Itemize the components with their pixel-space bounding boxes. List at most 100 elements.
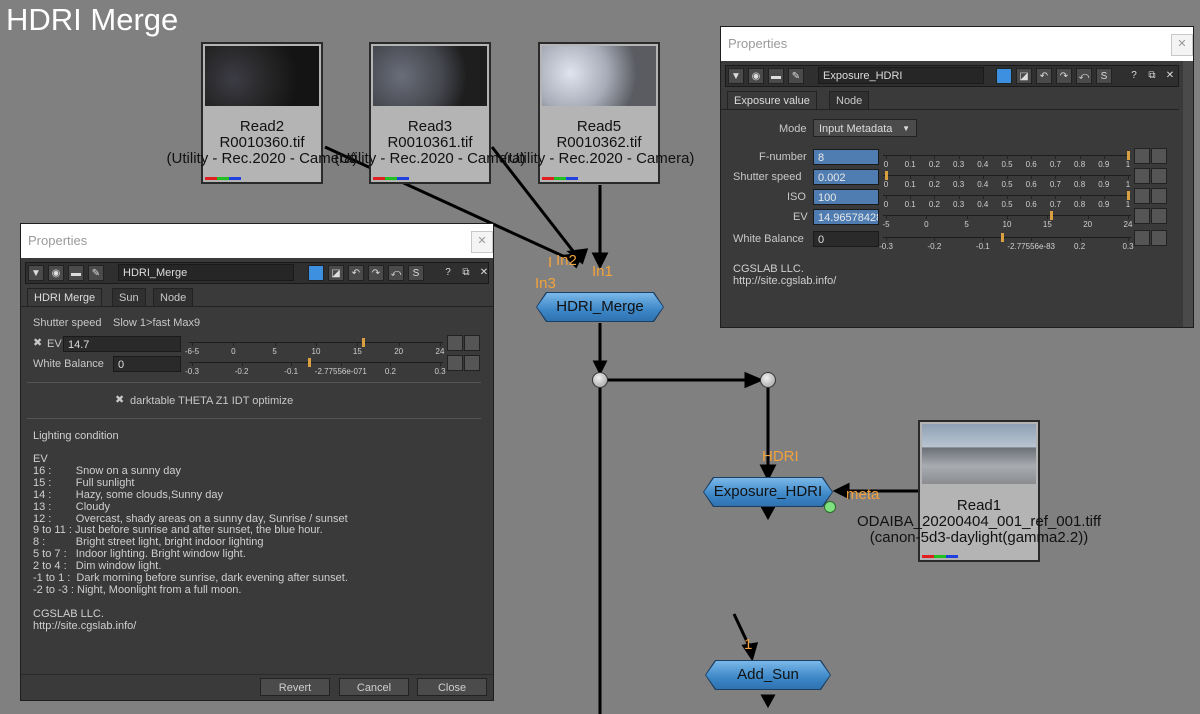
mode-label: Mode xyxy=(779,123,807,135)
node-color-icon[interactable] xyxy=(996,68,1012,84)
center-node-icon[interactable]: ▬ xyxy=(768,68,784,84)
mask-input-dot[interactable] xyxy=(824,501,836,513)
script-icon[interactable]: S xyxy=(408,265,424,281)
float-icon[interactable]: ⧉ xyxy=(458,265,474,281)
collapse-icon[interactable]: ▼ xyxy=(28,265,44,281)
tab-hdri-merge[interactable]: HDRI Merge xyxy=(27,288,103,306)
white-balance-slider[interactable]: -0.3 -0.2 -0.1 -2.77556e-83 0.2 0.3 xyxy=(879,233,1134,254)
wb-curve-icon[interactable] xyxy=(1151,230,1167,246)
iso-animation-button[interactable] xyxy=(1134,188,1150,204)
input-label-hdri: HDRI xyxy=(762,448,799,465)
cancel-button[interactable]: Cancel xyxy=(339,678,409,696)
center-node-icon[interactable]: ▬ xyxy=(68,265,84,281)
viewer-icon[interactable]: ◉ xyxy=(48,265,64,281)
dot-node-2[interactable] xyxy=(760,372,776,388)
help-icon[interactable]: ? xyxy=(440,265,456,281)
shutter-curve-icon[interactable] xyxy=(1151,168,1167,184)
iso-curve-icon[interactable] xyxy=(1151,188,1167,204)
iso-slider[interactable]: 0 0.1 0.2 0.3 0.4 0.5 0.6 0.7 0.8 0.9 1 xyxy=(883,191,1131,212)
f-number-input[interactable]: 8 xyxy=(813,149,879,165)
slider-tick xyxy=(1007,195,1008,199)
slider-tick-label: -0.1 xyxy=(284,367,299,376)
tab-node[interactable]: Node xyxy=(829,91,870,109)
slider-handle[interactable] xyxy=(1127,191,1130,200)
hide-color-icon[interactable]: ◪ xyxy=(328,265,344,281)
wrench-icon[interactable]: ✎ xyxy=(788,68,804,84)
exposure-hdri-node[interactable]: Exposure_HDRI xyxy=(704,478,832,506)
slider-handle[interactable] xyxy=(885,171,888,180)
hide-color-icon[interactable]: ◪ xyxy=(1016,68,1032,84)
revert-icon[interactable]: ⤺ xyxy=(388,265,404,281)
ev-checkbox-icon[interactable]: ✖ xyxy=(33,336,42,349)
slider-tick xyxy=(910,195,912,199)
idt-checkbox-icon[interactable]: ✖ xyxy=(115,393,124,406)
slider-handle[interactable] xyxy=(307,358,311,367)
mode-dropdown[interactable]: Input Metadata ▼ xyxy=(813,119,917,137)
wb-animation-button[interactable] xyxy=(447,355,463,371)
dot-node-1[interactable] xyxy=(592,372,608,388)
read5-colorspace: (Utility - Rec.2020 - Camera) xyxy=(503,150,695,167)
wb-curve-icon[interactable] xyxy=(464,355,480,371)
add-sun-node[interactable]: Add_Sun xyxy=(706,661,830,689)
ev-slider[interactable]: -6-5 0 5 10 15 20 24 xyxy=(185,338,444,359)
wrench-icon[interactable]: ✎ xyxy=(88,265,104,281)
close-panel-icon[interactable]: ✕ xyxy=(1162,68,1178,84)
slider-tick-label: 20 xyxy=(394,347,404,356)
slider-handle[interactable] xyxy=(362,338,366,347)
ev-animation-button[interactable] xyxy=(447,335,463,351)
tab-exposure-value[interactable]: Exposure value xyxy=(727,91,817,109)
tab-node[interactable]: Node xyxy=(153,288,194,306)
shutter-animation-button[interactable] xyxy=(1134,168,1150,184)
script-icon[interactable]: S xyxy=(1096,68,1112,84)
fnumber-animation-button[interactable] xyxy=(1134,148,1150,164)
ev-curve-icon[interactable] xyxy=(464,335,480,351)
revert-icon[interactable]: ⤺ xyxy=(1076,68,1092,84)
viewer-icon[interactable]: ◉ xyxy=(748,68,764,84)
ev-curve-icon[interactable] xyxy=(1151,208,1167,224)
close-button[interactable]: Close xyxy=(417,678,487,696)
company-url[interactable]: http://site.cgslab.info/ xyxy=(733,275,836,287)
close-icon[interactable]: ✕ xyxy=(1171,34,1193,56)
ev-input[interactable]: 14.7 xyxy=(63,336,181,352)
collapse-icon[interactable]: ▼ xyxy=(728,68,744,84)
read-node-read5[interactable]: Read5 R0010362.tif (Utility - Rec.2020 -… xyxy=(504,42,694,184)
revert-button[interactable]: Revert xyxy=(260,678,330,696)
slider-tick xyxy=(1103,175,1105,179)
fnumber-curve-icon[interactable] xyxy=(1151,148,1167,164)
white-balance-slider[interactable]: -0.3 -0.2 -0.1 -2.77556e-071 0.2 0.3 xyxy=(185,358,446,379)
redo-icon[interactable]: ↷ xyxy=(368,265,384,281)
f-number-slider[interactable]: 0 0.1 0.2 0.3 0.4 0.5 0.6 0.7 0.8 0.9 1 xyxy=(883,151,1131,172)
float-icon[interactable]: ⧉ xyxy=(1144,68,1160,84)
hdri-merge-node[interactable]: HDRI_Merge xyxy=(537,293,663,321)
read-node-read1[interactable]: Read1 ODAIBA_20200404_001_ref_001.tiff (… xyxy=(857,420,1101,562)
iso-input[interactable]: 100 xyxy=(813,189,879,205)
ev-input[interactable]: 14.96578428 xyxy=(813,209,879,225)
slider-handle[interactable] xyxy=(1127,151,1130,160)
wb-animation-button[interactable] xyxy=(1134,230,1150,246)
ev-slider[interactable]: -5 0 5 10 15 20 24 xyxy=(882,211,1132,232)
redo-icon[interactable]: ↷ xyxy=(1056,68,1072,84)
slider-tick-label: -0.1 xyxy=(975,242,990,251)
slider-handle[interactable] xyxy=(1049,211,1053,220)
panel-scrollbar[interactable] xyxy=(1183,61,1193,327)
ev-label: EV xyxy=(47,338,62,350)
shutter-speed-input[interactable]: 0.002 xyxy=(813,169,879,185)
white-balance-input[interactable]: 0 xyxy=(113,356,181,372)
lighting-line: 14 : Hazy, some clouds,Sunny day xyxy=(33,488,223,501)
node-name-field[interactable]: Exposure_HDRI xyxy=(818,67,984,84)
close-panel-icon[interactable]: ✕ xyxy=(476,265,492,281)
shutter-speed-slider[interactable]: 0 0.1 0.2 0.3 0.4 0.5 0.6 0.7 0.8 0.9 1 xyxy=(883,171,1131,192)
undo-icon[interactable]: ↶ xyxy=(1036,68,1052,84)
white-balance-input[interactable]: 0 xyxy=(813,231,879,247)
close-icon[interactable]: ✕ xyxy=(471,231,493,253)
node-color-icon[interactable] xyxy=(308,265,324,281)
slider-handle[interactable] xyxy=(1001,233,1005,242)
read1-colorspace: (canon-5d3-daylight(gamma2.2)) xyxy=(869,529,1089,546)
ev-animation-button[interactable] xyxy=(1134,208,1150,224)
iso-label: ISO xyxy=(787,191,806,203)
help-icon[interactable]: ? xyxy=(1126,68,1142,84)
tab-sun[interactable]: Sun xyxy=(112,288,146,306)
slider-tick-label: 0.3 xyxy=(953,160,965,169)
undo-icon[interactable]: ↶ xyxy=(348,265,364,281)
node-name-field[interactable]: HDRI_Merge xyxy=(118,264,294,281)
